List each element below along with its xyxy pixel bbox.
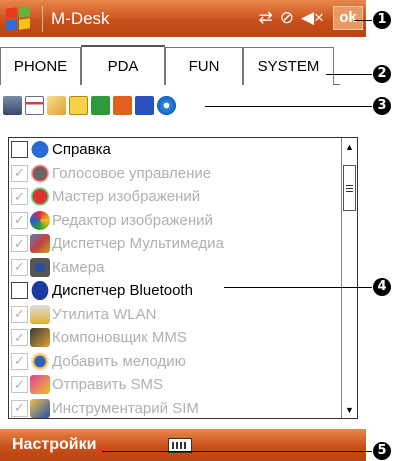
callout-line <box>205 106 372 107</box>
app-title: M-Desk <box>51 8 110 28</box>
powerpoint-icon[interactable] <box>113 96 132 115</box>
callout-marker: 4 <box>373 278 391 296</box>
list-item: ✓ Добавить мелодию <box>9 350 357 374</box>
callout-line <box>102 451 372 452</box>
checkbox: ✓ <box>11 188 28 206</box>
checkbox: ✓ <box>11 329 28 347</box>
callout-line <box>326 74 372 75</box>
list-item: ✓ Утилита WLAN <box>9 303 357 327</box>
mms-composer-icon <box>30 328 50 348</box>
list-item-label: Камера <box>52 258 105 276</box>
list-item-label: Компоновщик MMS <box>52 329 187 347</box>
list-item: ✓ Инструментарий SIM <box>9 397 357 419</box>
callout-marker: 5 <box>373 442 391 460</box>
list-item-label: Голосовое управление <box>52 164 212 182</box>
list-item[interactable]: Справка <box>9 138 357 162</box>
tab-fun[interactable]: FUN <box>165 47 243 85</box>
camera-icon <box>30 257 50 277</box>
list-item-label: Мастер изображений <box>52 188 201 206</box>
list-item: ✓ Компоновщик MMS <box>9 326 357 350</box>
list-item-label: Диспетчер Bluetooth <box>52 282 193 300</box>
program-list[interactable]: Справка ✓ Голосовое управление ✓ Мастер … <box>8 137 358 419</box>
excel-icon[interactable] <box>91 96 110 115</box>
list-item-label: Справка <box>52 141 111 159</box>
calculator-icon[interactable] <box>3 96 22 115</box>
list-item-label: Отправить SMS <box>52 376 164 394</box>
add-ringtone-icon <box>30 351 50 371</box>
checkbox: ✓ <box>11 258 28 276</box>
menu-bar: Настройки <box>0 429 366 461</box>
scroll-up-arrow-icon[interactable]: ▲ <box>342 139 357 154</box>
no-connection-icon[interactable]: ⊘ <box>280 8 294 28</box>
list-item: ✓ Редактор изображений <box>9 209 357 233</box>
scrollbar-thumb[interactable] <box>343 165 356 211</box>
tab-pda[interactable]: PDA <box>81 45 165 85</box>
list-item[interactable]: Диспетчер Bluetooth <box>9 279 357 303</box>
checkbox: ✓ <box>11 352 28 370</box>
settings-menu-button[interactable]: Настройки <box>12 436 96 454</box>
messaging-icon[interactable] <box>47 96 66 115</box>
callout-line <box>224 287 372 288</box>
checkbox[interactable] <box>11 282 28 300</box>
list-item: ✓ Мастер изображений <box>9 185 357 209</box>
scroll-down-arrow-icon[interactable]: ▼ <box>342 402 357 417</box>
image-wizard-icon <box>30 187 50 207</box>
notes-icon[interactable] <box>69 96 88 115</box>
tab-bar: PHONE PDA FUN SYSTEM <box>0 45 340 85</box>
list-item-label: Инструментарий SIM <box>52 399 199 417</box>
callout-marker: 1 <box>373 11 391 29</box>
word-icon[interactable] <box>135 96 154 115</box>
list-item-label: Редактор изображений <box>52 211 213 229</box>
voice-command-icon <box>30 163 50 183</box>
bluetooth-icon <box>30 281 50 301</box>
checkbox: ✓ <box>11 211 28 229</box>
ok-button[interactable]: ok <box>333 6 363 30</box>
list-item: ✓ Голосовое управление <box>9 162 357 186</box>
volume-icon[interactable]: ◀× <box>301 8 324 28</box>
title-separator <box>42 5 43 32</box>
list-item: ✓ Диспетчер Мультимедиа <box>9 232 357 256</box>
multimedia-manager-icon <box>30 234 50 254</box>
checkbox: ✓ <box>11 376 28 394</box>
checkbox: ✓ <box>11 235 28 253</box>
list-item-label: Утилита WLAN <box>52 305 157 323</box>
tab-system[interactable]: SYSTEM <box>243 47 334 85</box>
sim-toolkit-icon <box>30 398 50 418</box>
list-item-label: Добавить мелодию <box>52 352 186 370</box>
callout-line <box>354 20 372 21</box>
help-icon <box>30 140 50 160</box>
title-bar: M-Desk ⇄ ⊘ ◀× ok <box>0 0 366 37</box>
calendar-icon[interactable] <box>25 96 44 115</box>
tab-phone[interactable]: PHONE <box>0 47 81 85</box>
send-sms-icon <box>30 375 50 395</box>
sync-icon[interactable]: ⇄ <box>258 8 272 28</box>
internet-explorer-icon[interactable] <box>157 96 176 115</box>
vertical-scrollbar[interactable]: ▲ ▼ <box>341 138 357 418</box>
checkbox: ✓ <box>11 164 28 182</box>
quick-launch-icon-row <box>3 96 176 115</box>
start-menu-icon[interactable] <box>4 4 34 34</box>
list-item: ✓ Отправить SMS <box>9 373 357 397</box>
list-item: ✓ Камера <box>9 256 357 280</box>
callout-marker: 2 <box>373 65 391 83</box>
wlan-icon <box>30 304 50 324</box>
list-item-label: Диспетчер Мультимедиа <box>52 235 224 253</box>
checkbox: ✓ <box>11 305 28 323</box>
image-editor-icon <box>30 210 50 230</box>
callout-marker: 3 <box>373 97 391 115</box>
checkbox: ✓ <box>11 399 28 417</box>
checkbox[interactable] <box>11 141 28 159</box>
